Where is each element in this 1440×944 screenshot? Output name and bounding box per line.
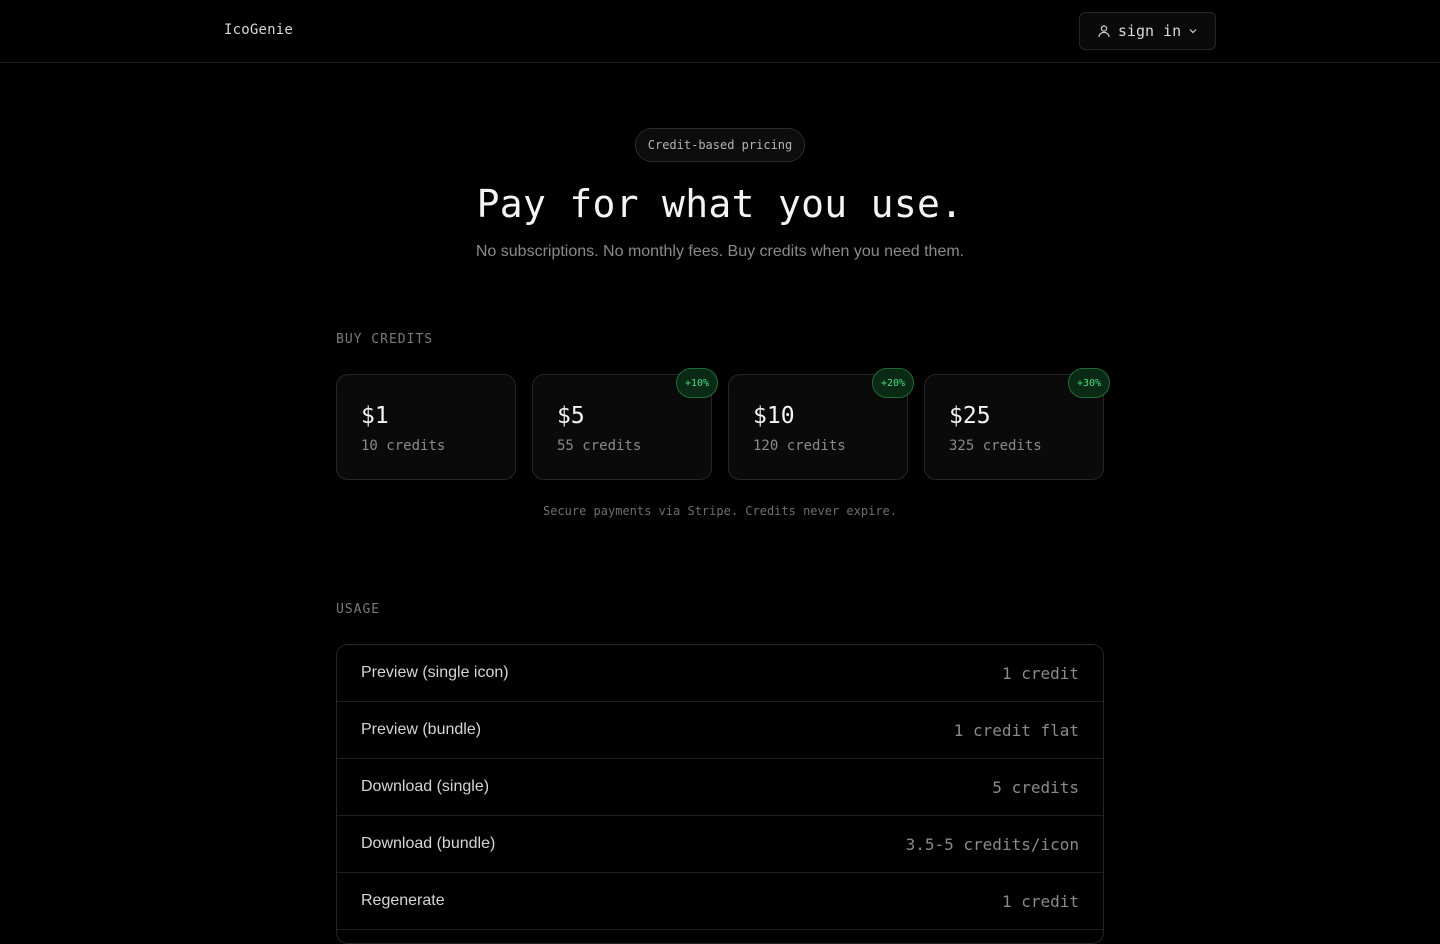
sign-in-label: sign in — [1117, 22, 1182, 40]
usage-action: Preview (bundle) — [361, 721, 482, 738]
package-card-1[interactable]: $1 10 credits — [336, 374, 516, 480]
chevron-down-icon — [1188, 26, 1198, 36]
package-credits: 120 credits — [753, 438, 846, 454]
usage-cost: 1 credit — [1001, 891, 1079, 911]
table-row: Download (bundle) 3.5-5 credits/icon — [337, 816, 1103, 873]
package-price: $25 — [949, 403, 991, 429]
usage-label: USAGE — [336, 602, 381, 617]
package-price: $1 — [361, 403, 389, 429]
table-row: Regenerate 1 credit — [337, 873, 1103, 930]
usage-action: Regenerate — [361, 892, 445, 909]
usage-cost: 1 credit flat — [953, 720, 1079, 740]
package-credits: 55 credits — [557, 438, 642, 454]
page-subtitle: No subscriptions. No monthly fees. Buy c… — [475, 243, 965, 260]
sign-in-button[interactable]: sign in — [1079, 12, 1216, 50]
package-card-5[interactable]: $5 55 credits +10% — [532, 368, 718, 480]
package-card-10[interactable]: $10 120 credits +20% — [728, 368, 914, 480]
package-price: $5 — [557, 403, 585, 429]
buy-credits-label: BUY CREDITS — [336, 332, 434, 347]
credit-packages: $1 10 credits $5 55 credits +10% $10 120… — [336, 368, 1110, 480]
bonus-badge: +20% — [872, 368, 914, 398]
package-credits: 10 credits — [361, 438, 446, 454]
package-price: $10 — [753, 403, 795, 429]
usage-action: Preview (single icon) — [361, 664, 509, 681]
pricing-pill: Credit-based pricing — [635, 128, 805, 162]
user-icon — [1097, 24, 1111, 38]
usage-action: Download (bundle) — [361, 835, 496, 852]
usage-action: Download (single) — [361, 778, 490, 795]
table-row: Preview (bundle) 1 credit flat — [337, 702, 1103, 759]
logo[interactable]: IcoGenie — [224, 22, 293, 38]
package-card-25[interactable]: $25 325 credits +30% — [924, 368, 1110, 480]
payment-note: Secure payments via Stripe. Credits neve… — [542, 504, 897, 518]
package-credits: 325 credits — [949, 438, 1042, 454]
bonus-badge: +10% — [676, 368, 718, 398]
usage-cost: 1 credit — [1001, 663, 1079, 683]
usage-cost: 5 credits — [992, 777, 1079, 797]
table-row: Download (single) 5 credits — [337, 759, 1103, 816]
usage-cost: 3.5-5 credits/icon — [905, 834, 1079, 854]
page-title: Pay for what you use. — [476, 182, 964, 226]
table-row: Preview (single icon) 1 credit — [337, 645, 1103, 702]
bonus-badge: +30% — [1068, 368, 1110, 398]
top-bar: IcoGenie sign in — [0, 0, 1440, 63]
usage-table: Preview (single icon) 1 credit Preview (… — [336, 644, 1104, 944]
